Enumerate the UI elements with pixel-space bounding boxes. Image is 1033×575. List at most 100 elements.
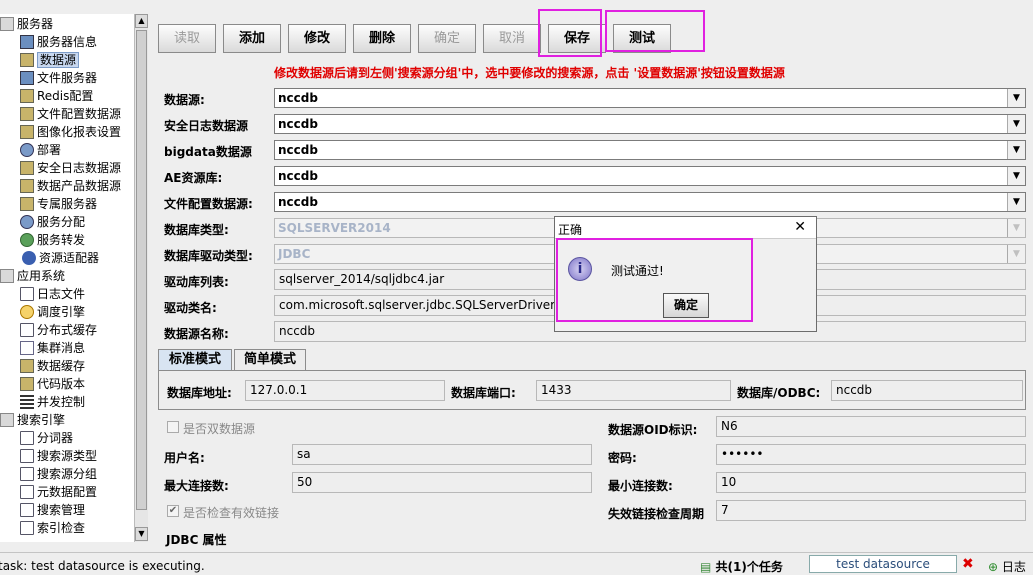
chevron-down-icon[interactable]: ▼ xyxy=(1007,115,1025,133)
monitor-icon xyxy=(20,70,34,85)
cancel-task-icon[interactable]: ✖ xyxy=(962,556,974,572)
close-icon[interactable]: ✕ xyxy=(794,219,806,235)
modify-button[interactable]: 修改 xyxy=(288,24,346,53)
tree-item-label: 并发控制 xyxy=(37,395,86,409)
bigdata-select[interactable]: nccdb ▼ xyxy=(274,140,1026,160)
tree-item[interactable]: 搜索源类型 xyxy=(20,447,97,465)
tree-item[interactable]: Redis配置 xyxy=(20,87,93,105)
chevron-down-icon[interactable]: ▼ xyxy=(1007,193,1025,211)
min-conn-field[interactable]: 10 xyxy=(716,472,1026,493)
ae-repo-label: AE资源库: xyxy=(164,171,223,185)
log-button[interactable]: ⊕ 日志 xyxy=(988,558,1026,575)
password-label: 密码: xyxy=(608,451,637,465)
tree-item[interactable]: 图像化报表设置 xyxy=(20,123,121,141)
tree-item[interactable]: 资源适配器 xyxy=(20,249,99,267)
add-button[interactable]: 添加 xyxy=(223,24,281,53)
database-icon xyxy=(20,88,34,103)
scroll-thumb[interactable] xyxy=(136,30,147,510)
file-config-select[interactable]: nccdb ▼ xyxy=(274,192,1026,212)
cancel-button[interactable]: 取消 xyxy=(483,24,541,53)
tree-item[interactable]: 搜索源分组 xyxy=(20,465,97,483)
confirm-button[interactable]: 确定 xyxy=(418,24,476,53)
tree-item[interactable]: 元数据配置 xyxy=(20,483,97,501)
chevron-down-icon[interactable]: ▼ xyxy=(1007,167,1025,185)
dialog-titlebar[interactable]: 正确 ✕ xyxy=(555,217,816,239)
tree-item[interactable]: 调度引擎 xyxy=(20,303,85,321)
tree-item-label: 分词器 xyxy=(37,431,74,445)
datasource-select[interactable]: nccdb ▼ xyxy=(274,88,1026,108)
chevron-down-icon[interactable]: ▼ xyxy=(1007,89,1025,107)
bigdata-value: nccdb xyxy=(278,143,318,157)
bigdata-label: bigdata数据源 xyxy=(164,145,252,159)
delete-button[interactable]: 删除 xyxy=(353,24,411,53)
tree-item[interactable]: 数据产品数据源 xyxy=(20,177,121,195)
chevron-down-icon[interactable]: ▼ xyxy=(1007,141,1025,159)
tree-item-label: 部署 xyxy=(37,143,62,157)
tree-item[interactable]: 集群消息 xyxy=(20,339,85,357)
port-label: 数据库端口: xyxy=(451,386,516,400)
tree-item[interactable]: 数据缓存 xyxy=(20,357,85,375)
db-type-label: 数据库类型: xyxy=(164,223,229,237)
port-field[interactable]: 1433 xyxy=(536,380,731,401)
tree-item[interactable]: 代码版本 xyxy=(20,375,85,393)
tree-item[interactable]: 服务分配 xyxy=(20,213,85,231)
tree-item-label: 搜索引擎 xyxy=(17,413,66,427)
tab-standard[interactable]: 标准模式 xyxy=(158,349,232,371)
ae-repo-select[interactable]: nccdb ▼ xyxy=(274,166,1026,186)
tree-item[interactable]: 搜索管理 xyxy=(20,501,85,519)
database-icon xyxy=(20,106,34,121)
database-icon xyxy=(20,160,34,175)
navigation-tree: 服务器 服务器信息 数据源 文件服务器 Redis配置 文件配置数据源 图像化报表设置部署安… xyxy=(0,14,148,542)
password-field[interactable]: •••••• xyxy=(716,444,1026,465)
tree-category[interactable]: 服务器 xyxy=(0,15,53,33)
tree-item-label: 服务分配 xyxy=(37,215,86,229)
scroll-down-icon[interactable]: ▼ xyxy=(135,527,148,541)
document-icon xyxy=(20,286,34,301)
tree-item-label: 数据缓存 xyxy=(37,359,86,373)
tree-item[interactable]: 文件配置数据源 xyxy=(20,105,121,123)
tree-item[interactable]: 专属服务器 xyxy=(20,195,97,213)
tree-item-label: 元数据配置 xyxy=(37,485,98,499)
tree-item[interactable]: 并发控制 xyxy=(20,393,85,411)
tree-item[interactable]: 文件服务器 xyxy=(20,69,97,87)
security-log-value: nccdb xyxy=(278,117,318,131)
magnifier-icon: ⊕ xyxy=(988,560,999,574)
check-link-checkbox[interactable]: ✔ xyxy=(167,505,179,517)
security-log-select[interactable]: nccdb ▼ xyxy=(274,114,1026,134)
scroll-up-icon[interactable]: ▲ xyxy=(135,14,148,28)
tree-item-label: 代码版本 xyxy=(37,377,86,391)
username-label: 用户名: xyxy=(164,451,205,465)
tree-item[interactable]: 日志文件 xyxy=(20,285,85,303)
dual-datasource-checkbox[interactable] xyxy=(167,421,179,433)
tree-category[interactable]: 应用系统 xyxy=(0,267,65,285)
task-count[interactable]: ▤ 共(1)个任务 xyxy=(700,558,783,575)
chevron-down-icon[interactable]: ▼ xyxy=(1007,245,1025,263)
host-label: 数据库地址: xyxy=(167,386,232,400)
folder-icon xyxy=(0,268,14,283)
tree-item[interactable]: 分词器 xyxy=(20,429,73,447)
username-field[interactable]: sa xyxy=(292,444,592,465)
task-status-text: task: test datasource is executing. xyxy=(0,559,205,573)
read-button[interactable]: 读取 xyxy=(158,24,216,53)
tree-item[interactable]: 部署 xyxy=(20,141,61,159)
check-period-field[interactable]: 7 xyxy=(716,500,1026,521)
oid-field[interactable]: N6 xyxy=(716,416,1026,437)
tab-simple[interactable]: 简单模式 xyxy=(234,349,306,371)
file-config-label: 文件配置数据源: xyxy=(164,197,253,211)
tree-item[interactable]: 安全日志数据源 xyxy=(20,159,121,177)
tree-category[interactable]: 搜索引擎 xyxy=(0,411,65,429)
tree-item[interactable]: 索引检查 xyxy=(20,519,85,537)
database-icon xyxy=(20,376,34,391)
database-icon xyxy=(20,124,34,139)
max-conn-field[interactable]: 50 xyxy=(292,472,592,493)
database-icon xyxy=(20,52,34,67)
chevron-down-icon[interactable]: ▼ xyxy=(1007,219,1025,237)
tree-item[interactable]: 分布式缓存 xyxy=(20,321,97,339)
tree-scrollbar[interactable]: ▲ ▼ xyxy=(134,14,148,542)
host-field[interactable]: 127.0.0.1 xyxy=(245,380,445,401)
tree-item[interactable]: 数据源 xyxy=(20,51,80,69)
tree-item[interactable]: 服务转发 xyxy=(20,231,85,249)
odbc-field[interactable]: nccdb xyxy=(831,380,1023,401)
jdbc-properties-label: JDBC 属性 xyxy=(166,533,227,547)
tree-item[interactable]: 服务器信息 xyxy=(20,33,97,51)
